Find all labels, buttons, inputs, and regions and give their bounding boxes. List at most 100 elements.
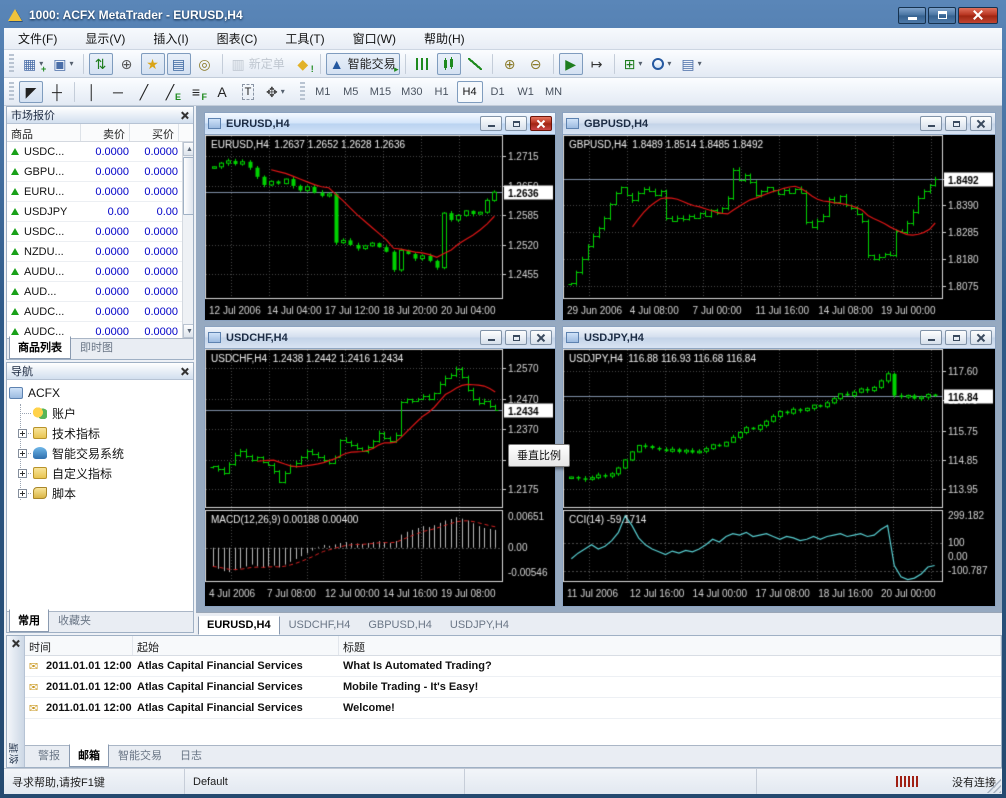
new-chart-button[interactable]: ▦ + ▾ [19,53,47,75]
market-watch-row[interactable]: USDC... 0.0000 0.0000 [7,222,182,242]
strategy-tester-button[interactable]: ◎ [193,53,217,75]
market-watch-row[interactable]: NZDU... 0.0000 0.0000 [7,242,182,262]
restore-button[interactable] [505,330,527,345]
chart-tab[interactable]: GBPUSD,H4 [359,616,441,635]
terminal-tab[interactable]: 日志 [171,744,211,767]
cursor-tool[interactable]: ◤ [19,81,43,103]
chart-line-button[interactable] [463,53,487,75]
resize-grip[interactable] [987,779,1001,793]
column-header-time[interactable]: 时间 [25,636,133,655]
toolbar-grip[interactable] [9,54,14,74]
mail-row[interactable]: ✉ 2011.01.01 12:00 Atlas Capital Financi… [25,677,1001,698]
market-watch-tab[interactable]: 即时图 [71,336,122,359]
menu-item[interactable]: 显示(V) [71,27,139,50]
expand-icon[interactable] [18,489,27,498]
navigator-tab[interactable]: 收藏夹 [49,609,100,632]
vertical-line-tool[interactable]: │ [80,81,104,103]
close-button[interactable] [530,116,552,131]
minimize-button[interactable] [920,116,942,131]
chart-title-bar[interactable]: GBPUSD,H4 [563,113,995,135]
close-panel-icon[interactable] [11,639,20,648]
navigator-root[interactable]: ACFX [9,383,191,403]
market-watch-row[interactable]: AUDC... 0.0000 0.0000 [7,322,182,338]
new-order-button[interactable]: ▥ 新定单 [228,53,289,75]
market-watch-row[interactable]: AUD... 0.0000 0.0000 [7,282,182,302]
chart-title-bar[interactable]: EURUSD,H4 [205,113,555,135]
chart-window-usdjpy[interactable]: USDJPY,H4 [562,326,996,607]
expand-icon[interactable] [18,449,27,458]
market-watch-row[interactable]: AUDC... 0.0000 0.0000 [7,302,182,322]
navigator-toggle[interactable]: ★ [141,53,165,75]
market-watch-row[interactable]: USDJPY 0.00 0.00 [7,202,182,222]
navigator-item-custom-indicators[interactable]: 自定义指标 [9,463,191,483]
arrows-tool[interactable]: ✥ ▾ [262,81,289,103]
chart-window-usdchf[interactable]: USDCHF,H4 [204,326,556,607]
menu-item[interactable]: 窗口(W) [339,27,410,50]
mail-row[interactable]: ✉ 2011.01.01 12:00 Atlas Capital Financi… [25,656,1001,677]
minimize-button[interactable] [480,330,502,345]
data-window-button[interactable]: ⊕ [115,53,139,75]
timeframe-button[interactable]: M15 [366,81,395,103]
timeframe-button[interactable]: MN [541,81,567,103]
chart-shift-button[interactable]: ↦ [585,53,609,75]
timeframe-button[interactable]: W1 [513,81,539,103]
close-button[interactable] [970,116,992,131]
close-button[interactable] [958,7,998,24]
status-profile[interactable]: Default [185,769,465,794]
metaeditor-button[interactable]: ◆ ! [291,53,315,75]
column-header-bid[interactable]: 卖价 [81,124,130,141]
chart-window-gbpusd[interactable]: GBPUSD,H4 [562,112,996,321]
text-tool[interactable]: A [210,81,234,103]
title-bar[interactable]: 1000: ACFX MetaTrader - EURUSD,H4 [2,2,1004,28]
market-watch-row[interactable]: USDC... 0.0000 0.0000 [7,142,182,162]
market-watch-row[interactable]: AUDU... 0.0000 0.0000 [7,262,182,282]
chart-tab[interactable]: USDCHF,H4 [280,616,360,635]
toolbar-grip[interactable] [300,82,305,102]
timeframe-button[interactable]: M30 [397,81,426,103]
market-watch-row[interactable]: GBPU... 0.0000 0.0000 [7,162,182,182]
chart-title-bar[interactable]: USDJPY,H4 [563,327,995,349]
indicators-button[interactable]: ⊞ ▾ [620,53,647,75]
zoom-out-button[interactable]: ⊖ [524,53,548,75]
label-tool[interactable]: T [236,81,260,103]
menu-item[interactable]: 文件(F) [4,27,71,50]
timeframe-button[interactable]: H1 [429,81,455,103]
navigator-tab[interactable]: 常用 [9,609,49,632]
price-chart-canvas[interactable] [205,135,555,320]
periods-button[interactable]: ▾ [648,53,675,75]
restore-button[interactable] [928,7,956,24]
templates-button[interactable]: ▤ ▾ [677,53,705,75]
terminal-tab[interactable]: 警报 [29,744,69,767]
column-header-subject[interactable]: 标题 [339,636,1001,655]
restore-button[interactable] [505,116,527,131]
close-panel-icon[interactable] [180,111,189,120]
menu-item[interactable]: 帮助(H) [410,27,479,50]
menu-item[interactable]: 工具(T) [271,27,338,50]
zoom-in-button[interactable]: ⊕ [498,53,522,75]
toolbar-grip[interactable] [9,82,14,102]
tick-chart-toggle[interactable]: ⇅ [89,53,113,75]
minimize-button[interactable] [898,7,926,24]
navigator-item-indicators[interactable]: 技术指标 [9,423,191,443]
terminal-tab[interactable]: 邮箱 [69,744,109,767]
auto-scroll-toggle[interactable]: ▶ [559,53,583,75]
navigator-title-bar[interactable]: 导航 [7,363,193,380]
terminal-toggle[interactable]: ▤ [167,53,191,75]
price-chart-canvas[interactable] [205,349,555,606]
terminal-tab[interactable]: 智能交易 [109,744,171,767]
restore-button[interactable] [945,330,967,345]
scroll-down-icon[interactable]: ▼ [183,324,193,338]
chart-candles-button[interactable] [437,53,461,75]
column-header-ask[interactable]: 买价 [130,124,179,141]
scroll-up-icon[interactable]: ▲ [183,142,193,156]
timeframe-button[interactable]: D1 [485,81,511,103]
market-watch-title-bar[interactable]: 市场报价 [7,107,193,124]
close-button[interactable] [530,330,552,345]
navigator-item-expert-advisors[interactable]: 智能交易系统 [9,443,191,463]
restore-button[interactable] [945,116,967,131]
expand-icon[interactable] [18,469,27,478]
chart-tab[interactable]: EURUSD,H4 [198,616,280,635]
chart-window-eurusd[interactable]: EURUSD,H4 [204,112,556,321]
column-header-from[interactable]: 起始 [133,636,339,655]
minimize-button[interactable] [920,330,942,345]
